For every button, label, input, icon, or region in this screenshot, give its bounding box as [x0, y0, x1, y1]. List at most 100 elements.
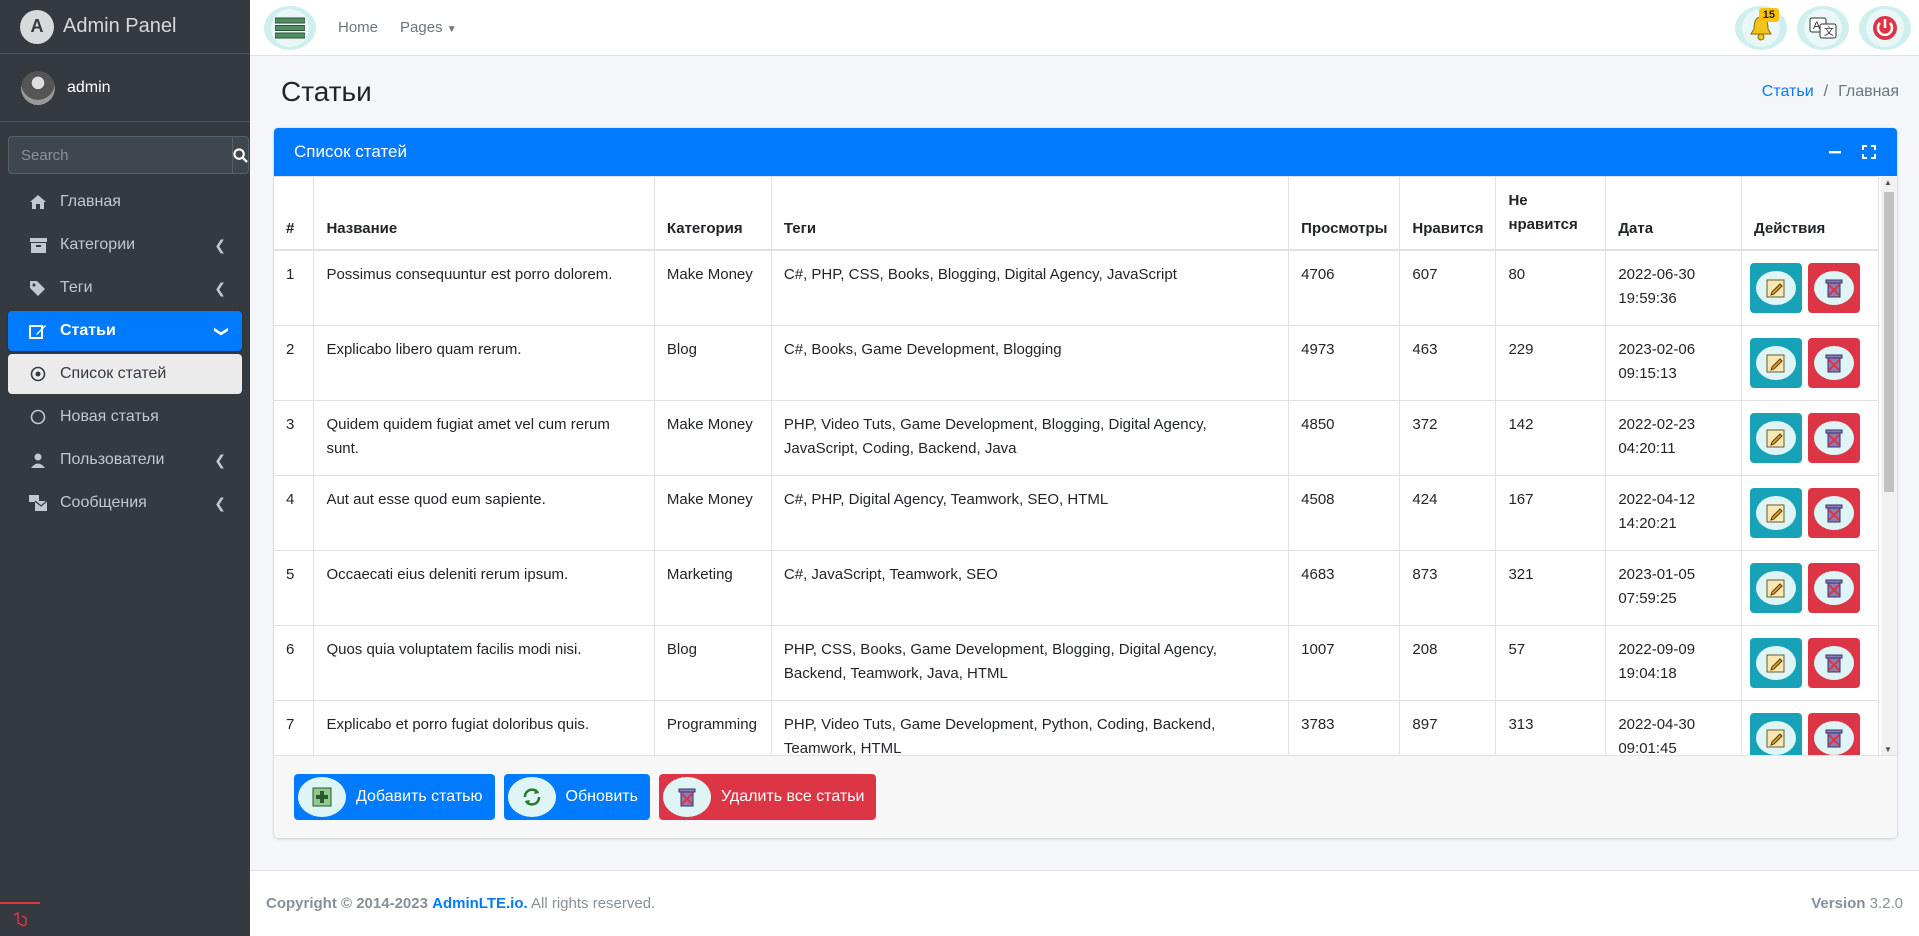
content-header: Статьи Статьи / Главная	[250, 56, 1919, 128]
card-title: Список статей	[294, 142, 408, 161]
refresh-icon	[507, 777, 556, 817]
search-button[interactable]	[232, 136, 249, 174]
edit-article-button[interactable]	[1749, 263, 1802, 313]
sidebar-item-categories[interactable]: Категории ❮	[8, 225, 242, 265]
cell-actions	[1740, 625, 1880, 701]
logout-button[interactable]	[1859, 6, 1911, 50]
table-row: 4 Aut aut esse quod eum sapiente. Make Mon…	[274, 475, 1880, 551]
column-header-likes[interactable]: Нравится	[1399, 176, 1497, 251]
breadcrumb-link[interactable]: Статьи	[1762, 83, 1814, 101]
sidebar-item-label: Категории	[60, 236, 136, 253]
cell-date: 2022-04-12 14:20:21	[1605, 475, 1742, 551]
maximize-button[interactable]	[1861, 144, 1877, 160]
sidebar-nav: Главная Категории ❮ Теги ❮ Статьи ❮ Спис…	[0, 182, 250, 523]
table-container[interactable]: # Название Категория Теги Просмотры Нрав…	[274, 176, 1897, 756]
breadcrumb-separator: /	[1823, 83, 1829, 100]
cell-views: 4973	[1288, 325, 1401, 401]
add-article-button[interactable]: Добавить статью	[294, 774, 495, 820]
cell-name: Quos quia voluptatem facilis modi nisi.	[313, 625, 655, 701]
sidebar-item-label: Статьи	[60, 322, 116, 339]
column-header-date[interactable]: Дата	[1605, 176, 1742, 251]
sidebar-search	[8, 136, 249, 174]
breadcrumb: Статьи / Главная	[1762, 83, 1899, 101]
column-header-category[interactable]: Категория	[653, 176, 772, 251]
card-tools	[1827, 144, 1877, 160]
refresh-button[interactable]: Обновить	[503, 774, 650, 820]
cell-name: Aut aut esse quod eum sapiente.	[313, 475, 655, 551]
cell-num: 2	[274, 325, 315, 401]
delete-all-button[interactable]: Удалить все статьи	[658, 774, 877, 820]
user-panel[interactable]: admin	[0, 54, 250, 122]
navbar-right: 15 A文	[1735, 6, 1919, 50]
search-input[interactable]	[8, 136, 232, 174]
sidebar-item-tags[interactable]: Теги ❮	[8, 268, 242, 308]
scroll-up-icon[interactable]: ▲	[1884, 178, 1892, 187]
edit-article-button[interactable]	[1749, 338, 1802, 388]
notifications-button[interactable]: 15	[1735, 6, 1787, 50]
edit-article-button[interactable]	[1749, 713, 1802, 755]
edit-article-button[interactable]	[1749, 413, 1802, 463]
delete-article-button[interactable]	[1807, 413, 1860, 463]
cell-views: 4706	[1288, 249, 1401, 326]
time-value: 09:01:45	[1618, 740, 1677, 756]
nav-link-home[interactable]: Home	[338, 19, 378, 36]
cell-likes: 424	[1399, 475, 1497, 551]
cell-category: Make Money	[653, 249, 772, 326]
delete-article-button[interactable]	[1807, 263, 1860, 313]
cell-likes: 372	[1399, 400, 1497, 476]
time-value: 19:04:18	[1618, 665, 1677, 682]
delete-article-button[interactable]	[1807, 488, 1860, 538]
brand-link[interactable]: A Admin Panel	[0, 0, 250, 54]
cell-category: Marketing	[653, 550, 772, 626]
menu-toggle-button[interactable]	[264, 5, 316, 50]
scroll-down-icon[interactable]: ▼	[1884, 745, 1892, 754]
sidebar-item-messages[interactable]: Сообщения ❮	[8, 483, 242, 523]
sidebar-item-home[interactable]: Главная	[8, 182, 242, 222]
table-scrollbar[interactable]: ▲ ▼	[1881, 176, 1897, 755]
add-article-label: Добавить статью	[356, 788, 483, 805]
cell-category: Programming	[653, 700, 772, 755]
laravel-icon[interactable]	[0, 902, 40, 936]
sidebar-item-articles[interactable]: Статьи ❮	[8, 311, 242, 351]
pencil-icon	[1755, 721, 1796, 755]
edit-article-button[interactable]	[1749, 638, 1802, 688]
edit-article-button[interactable]	[1749, 563, 1802, 613]
cell-views: 4683	[1288, 550, 1401, 626]
delete-article-button[interactable]	[1807, 563, 1860, 613]
column-header-name[interactable]: Название	[313, 176, 655, 251]
cell-dislikes: 229	[1495, 325, 1607, 401]
column-header-dislikes[interactable]: Не нравится	[1495, 176, 1607, 251]
add-document-icon	[298, 777, 346, 817]
column-header-tags[interactable]: Теги	[770, 176, 1290, 251]
date-value: 2022-04-12	[1618, 491, 1696, 508]
column-header-views[interactable]: Просмотры	[1288, 176, 1401, 251]
pencil-icon	[1755, 571, 1796, 605]
cell-date: 2022-06-30 19:59:36	[1605, 249, 1742, 326]
power-icon	[1873, 16, 1897, 40]
breadcrumb-current: Главная	[1838, 83, 1899, 100]
cell-actions	[1740, 700, 1880, 755]
caret-down-icon: ▼	[446, 24, 457, 35]
nav-link-pages[interactable]: Pages ▼	[400, 19, 457, 36]
user-icon	[28, 453, 48, 468]
mail-bulk-icon	[28, 495, 48, 511]
table-row: 6 Quos quia voluptatem facilis modi nisi.…	[274, 625, 1880, 701]
language-button[interactable]: A文	[1797, 6, 1849, 50]
cell-actions	[1740, 550, 1880, 626]
dot-circle-icon	[28, 366, 48, 382]
delete-article-button[interactable]	[1807, 638, 1860, 688]
column-header-num[interactable]: #	[274, 176, 315, 251]
table-row: 7 Explicabo et porro fugiat doloribus qui…	[274, 700, 1880, 756]
edit-article-button[interactable]	[1749, 488, 1802, 538]
table-body: 1 Possimus consequuntur est porro dolorem…	[274, 249, 1880, 756]
delete-article-button[interactable]	[1807, 338, 1860, 388]
scrollbar-thumb[interactable]	[1884, 192, 1894, 492]
cell-views: 3783	[1288, 700, 1401, 755]
delete-article-button[interactable]	[1807, 713, 1860, 755]
collapse-button[interactable]	[1827, 144, 1843, 160]
user-name[interactable]: admin	[67, 79, 111, 97]
sidebar-item-users[interactable]: Пользователи ❮	[8, 440, 242, 480]
sidebar-item-article-list[interactable]: Список статей	[8, 354, 242, 394]
sidebar-item-new-article[interactable]: Новая статья	[8, 397, 242, 437]
adminlte-link[interactable]: AdminLTE.io.	[432, 895, 528, 912]
